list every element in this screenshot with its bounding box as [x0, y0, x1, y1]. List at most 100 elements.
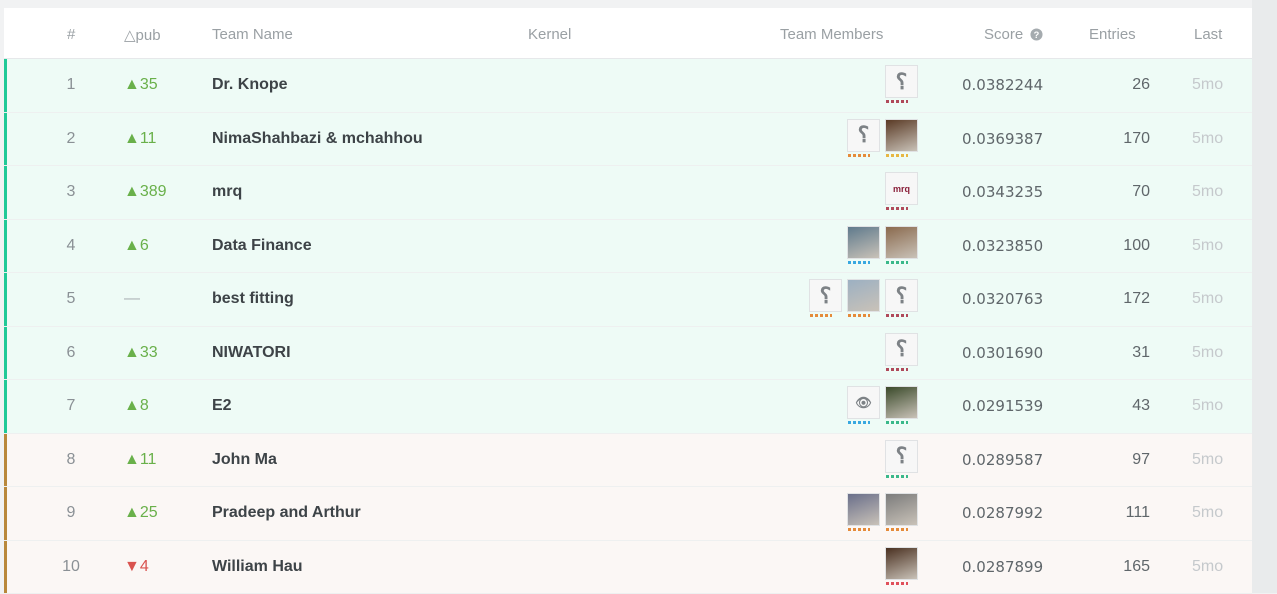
avatar-photo — [885, 386, 918, 419]
member-avatar[interactable]: mrq — [885, 172, 918, 212]
header-rank: # — [67, 26, 75, 43]
team-name-link[interactable]: E2 — [212, 397, 232, 415]
team-name-link[interactable]: William Hau — [212, 558, 303, 576]
delta-cell: ▲33 — [124, 344, 158, 362]
header-score-label: Score — [984, 26, 1023, 43]
leaderboard-rows: 1▲35Dr. Knope0.0382244265mo⸮2▲11NimaShah… — [4, 59, 1252, 594]
rank-cell: 5 — [62, 290, 80, 308]
team-members — [885, 547, 918, 587]
member-avatar[interactable] — [847, 279, 880, 319]
header-team-name[interactable]: Team Name — [212, 26, 293, 43]
table-row[interactable]: 2▲11NimaShahbazi & mchahhou0.03693871705… — [4, 113, 1252, 167]
tier-dots — [886, 421, 908, 424]
rank-cell: 10 — [62, 558, 80, 576]
avatar-photo — [885, 493, 918, 526]
table-row[interactable]: 6▲33NIWATORI0.0301690315mo⸮ — [4, 327, 1252, 381]
last-submission-cell: 5mo — [1192, 183, 1223, 201]
header-entries[interactable]: Entries — [1089, 26, 1136, 43]
delta-cell: ▲25 — [124, 504, 158, 522]
gold-medal-band — [4, 327, 7, 380]
avatar-text: mrq — [885, 172, 918, 205]
member-avatar[interactable] — [847, 226, 880, 266]
header-last[interactable]: Last — [1194, 26, 1222, 43]
member-avatar[interactable]: ⸮ — [847, 119, 880, 159]
team-name-link[interactable]: NimaShahbazi & mchahhou — [212, 130, 423, 148]
header-score[interactable]: Score ? — [984, 26, 1043, 43]
member-avatar[interactable]: ⸮ — [885, 440, 918, 480]
table-row[interactable]: 4▲6Data Finance0.03238501005mo — [4, 220, 1252, 274]
member-avatar[interactable]: 👁 — [847, 386, 880, 426]
rank-cell: 7 — [62, 397, 80, 415]
table-row[interactable]: 3▲389mrq0.0343235705momrq — [4, 166, 1252, 220]
member-avatar[interactable] — [885, 119, 918, 159]
table-row[interactable]: 9▲25Pradeep and Arthur0.02879921115mo — [4, 487, 1252, 541]
tier-dots — [886, 154, 908, 157]
header-delta[interactable]: △pub — [124, 26, 161, 44]
team-name-link[interactable]: best fitting — [212, 290, 294, 308]
member-avatar[interactable]: ⸮ — [885, 65, 918, 105]
tier-dots — [848, 154, 870, 157]
delta-cell: ▲8 — [124, 397, 149, 415]
entries-cell: 170 — [1084, 130, 1150, 148]
score-cell: 0.0287992 — [962, 504, 1043, 522]
default-avatar-icon: ⸮ — [885, 65, 918, 98]
table-row[interactable]: 10▼4William Hau0.02878991655mo — [4, 541, 1252, 594]
team-members: ⸮ — [847, 119, 918, 159]
leaderboard: # △pub Team Name Kernel Team Members Sco… — [4, 8, 1252, 593]
avatar-photo — [847, 279, 880, 312]
team-members: mrq — [885, 172, 918, 212]
last-submission-cell: 5mo — [1192, 237, 1223, 255]
member-avatar[interactable]: ⸮ — [809, 279, 842, 319]
svg-text:?: ? — [1034, 30, 1040, 40]
gold-medal-band — [4, 273, 7, 326]
member-avatar[interactable] — [847, 493, 880, 533]
last-submission-cell: 5mo — [1192, 451, 1223, 469]
team-name-link[interactable]: Pradeep and Arthur — [212, 504, 361, 522]
team-members: ⸮⸮ — [809, 279, 918, 319]
gold-medal-band — [4, 220, 7, 273]
leaderboard-header: # △pub Team Name Kernel Team Members Sco… — [4, 8, 1252, 59]
team-name-link[interactable]: mrq — [212, 183, 242, 201]
header-kernel: Kernel — [528, 26, 571, 43]
score-cell: 0.0287899 — [962, 558, 1043, 576]
entries-cell: 26 — [1084, 76, 1150, 94]
rank-cell: 4 — [62, 237, 80, 255]
delta-cell: ▲35 — [124, 76, 158, 94]
tier-dots — [886, 368, 908, 371]
help-circle-icon[interactable]: ? — [1030, 28, 1043, 41]
delta-cell: — — [124, 290, 140, 308]
tier-dots — [848, 421, 870, 424]
delta-cell: ▲11 — [124, 130, 156, 148]
table-row[interactable]: 8▲11John Ma0.0289587975mo⸮ — [4, 434, 1252, 488]
table-row[interactable]: 5—best fitting0.03207631725mo⸮⸮ — [4, 273, 1252, 327]
rank-cell: 9 — [62, 504, 80, 522]
entries-cell: 97 — [1084, 451, 1150, 469]
tier-dots — [886, 528, 908, 531]
member-avatar[interactable]: ⸮ — [885, 279, 918, 319]
delta-cell: ▲6 — [124, 237, 149, 255]
last-submission-cell: 5mo — [1192, 290, 1223, 308]
team-name-link[interactable]: Dr. Knope — [212, 76, 288, 94]
team-name-link[interactable]: John Ma — [212, 451, 277, 469]
member-avatar[interactable] — [885, 226, 918, 266]
member-avatar[interactable] — [885, 386, 918, 426]
rank-cell: 6 — [62, 344, 80, 362]
member-avatar[interactable] — [885, 547, 918, 587]
member-avatar[interactable]: ⸮ — [885, 333, 918, 373]
delta-cell: ▲11 — [124, 451, 156, 469]
silver-medal-band — [4, 434, 7, 487]
team-name-link[interactable]: Data Finance — [212, 237, 312, 255]
last-submission-cell: 5mo — [1192, 558, 1223, 576]
tier-dots — [810, 314, 832, 317]
rank-cell: 1 — [62, 76, 80, 94]
table-row[interactable]: 1▲35Dr. Knope0.0382244265mo⸮ — [4, 59, 1252, 113]
gold-medal-band — [4, 166, 7, 219]
table-row[interactable]: 7▲8E20.0291539435mo👁 — [4, 380, 1252, 434]
gold-medal-band — [4, 59, 7, 112]
team-members: ⸮ — [885, 440, 918, 480]
tier-dots — [886, 207, 908, 210]
team-name-link[interactable]: NIWATORI — [212, 344, 291, 362]
page-scrollbar-gutter[interactable] — [1252, 0, 1277, 593]
avatar-photo — [847, 493, 880, 526]
member-avatar[interactable] — [885, 493, 918, 533]
